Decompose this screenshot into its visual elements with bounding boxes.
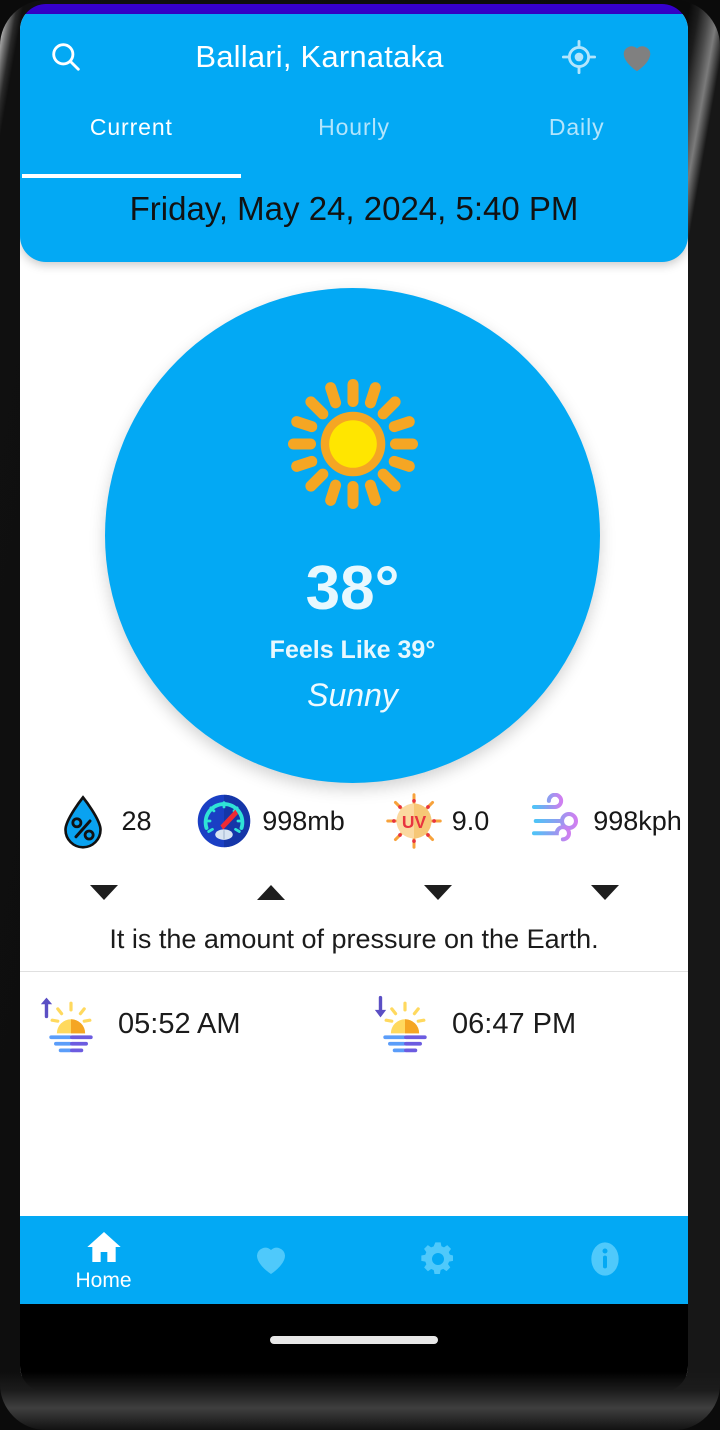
metric-wind[interactable]: 998kph: [521, 784, 688, 858]
nav-item-favorites[interactable]: [187, 1216, 354, 1304]
metric-pressure-value: 998mb: [262, 805, 345, 836]
search-icon: [52, 43, 80, 71]
sunrise-icon: [40, 997, 93, 1053]
weather-condition: Sunny: [307, 677, 398, 713]
toggle-pressure[interactable]: [187, 874, 354, 910]
metric-humidity-value: 28: [121, 805, 152, 836]
sun-icon: [287, 378, 418, 510]
gesture-navigation-bar: [20, 1304, 688, 1376]
gear-icon: [420, 1242, 453, 1274]
feels-like: Feels Like 39°: [269, 636, 436, 664]
bottom-navigation: Home: [20, 1216, 688, 1304]
nav-item-home-label: Home: [75, 1269, 132, 1292]
gps-location-icon: [561, 39, 597, 75]
phone-screen: Ballari, Karnataka Current Hourly Daily …: [20, 4, 688, 1392]
metric-pressure[interactable]: 998mb: [187, 784, 354, 858]
current-weather-circle: 38° Feels Like 39° Sunny: [105, 288, 600, 783]
info-icon: [590, 1242, 619, 1276]
tab-daily[interactable]: Daily: [465, 102, 688, 178]
favorite-button[interactable]: [608, 28, 666, 86]
tab-hourly[interactable]: Hourly: [243, 102, 466, 178]
nav-item-info[interactable]: [521, 1216, 688, 1304]
sunset-icon: [374, 995, 427, 1053]
metric-humidity[interactable]: 28: [20, 784, 187, 858]
section-divider: [20, 971, 688, 972]
chevron-down-icon: [89, 884, 118, 900]
metric-uv-value: 9.0: [451, 805, 490, 836]
nav-item-home[interactable]: Home: [20, 1216, 187, 1304]
home-icon: [86, 1232, 121, 1262]
sunrise-cell: 05:52 AM: [20, 986, 354, 1062]
metric-toggles-row: [20, 874, 688, 910]
gps-location-button[interactable]: [550, 28, 608, 86]
tab-current[interactable]: Current: [20, 102, 243, 178]
toggle-humidity[interactable]: [20, 874, 187, 910]
sunset-time: 06:47 PM: [452, 1007, 577, 1040]
weather-condition-icon-wrap: [285, 376, 421, 512]
home-indicator[interactable]: [270, 1336, 438, 1344]
weather-app: Ballari, Karnataka Current Hourly Daily …: [20, 14, 688, 1376]
city-title: Ballari, Karnataka: [195, 39, 444, 74]
metric-uv-index[interactable]: UV 9.0: [354, 784, 521, 858]
metric-description: It is the amount of pressure on the Eart…: [109, 924, 599, 954]
heart-icon: [623, 46, 651, 72]
search-button[interactable]: [35, 26, 97, 88]
sun-times-row: 05:52 AM 06:47 PM: [20, 986, 688, 1062]
pressure-gauge-icon: [197, 794, 251, 848]
toggle-uv-index[interactable]: [354, 874, 521, 910]
heart-icon: [256, 1247, 285, 1274]
current-date-time: Friday, May 24, 2024, 5:40 PM: [129, 190, 579, 227]
tab-bar: Current Hourly Daily: [20, 102, 688, 178]
uv-index-icon: UV: [385, 793, 442, 849]
sunrise-time: 05:52 AM: [118, 1007, 241, 1040]
humidity-droplet-icon: [64, 795, 103, 849]
chevron-down-icon: [423, 884, 452, 900]
nav-item-settings[interactable]: [354, 1216, 521, 1304]
header-card: Ballari, Karnataka Current Hourly Daily …: [20, 14, 688, 262]
wind-icon: [532, 793, 579, 842]
metrics-row: 28 998mb UV 9.0 998kph: [20, 784, 688, 858]
svg-text:UV: UV: [402, 812, 427, 832]
temperature: 38°: [305, 554, 400, 623]
chevron-down-icon: [590, 884, 619, 900]
sunset-cell: 06:47 PM: [354, 986, 688, 1062]
phone-frame: Ballari, Karnataka Current Hourly Daily …: [0, 0, 720, 1430]
toggle-wind[interactable]: [521, 874, 688, 910]
metric-wind-value: 998kph: [593, 805, 682, 836]
app-bar: Ballari, Karnataka: [20, 14, 688, 100]
status-bar: [20, 4, 688, 14]
chevron-up-icon: [256, 884, 285, 900]
